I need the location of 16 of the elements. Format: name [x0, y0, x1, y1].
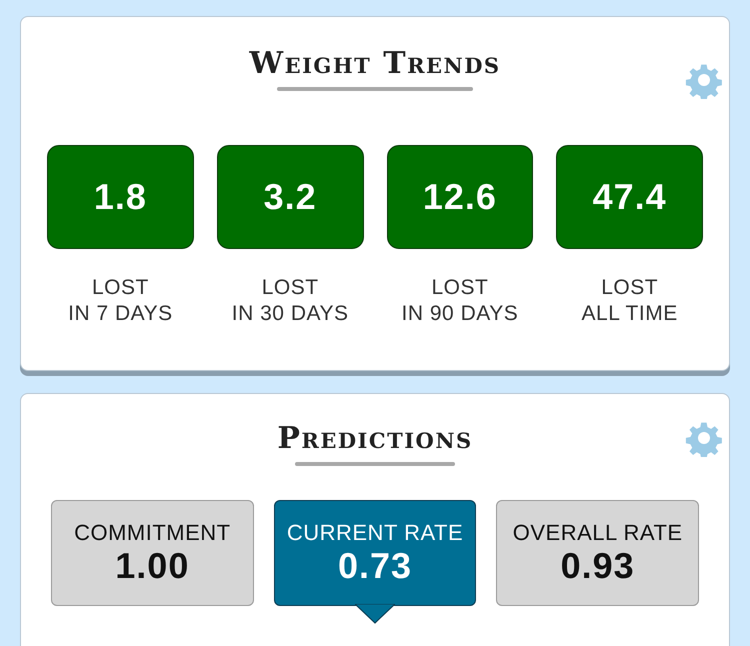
- stat-tile: 3.2: [216, 145, 364, 249]
- stat-label: LOST IN 7 DAYS: [68, 275, 173, 327]
- stat-label: LOST IN 90 DAYS: [402, 275, 518, 327]
- rate-option[interactable]: CURRENT RATE 0.73: [274, 500, 476, 606]
- stat-label: LOST IN 30 DAYS: [232, 275, 348, 327]
- stat-tile: 12.6: [386, 145, 534, 249]
- stat-label: LOST ALL TIME: [582, 275, 678, 327]
- settings-icon[interactable]: [686, 422, 722, 457]
- pointer-arrow: [354, 604, 395, 624]
- card-title: Weight Trends: [249, 47, 501, 81]
- settings-icon[interactable]: [686, 64, 722, 99]
- card-title: Predictions: [277, 422, 473, 456]
- stat-tile: 1.8: [47, 145, 194, 249]
- stat-tile: 47.4: [556, 145, 703, 249]
- rate-option[interactable]: OVERALL RATE 0.93: [496, 500, 699, 606]
- rate-option[interactable]: COMMITMENT 1.00: [51, 500, 254, 606]
